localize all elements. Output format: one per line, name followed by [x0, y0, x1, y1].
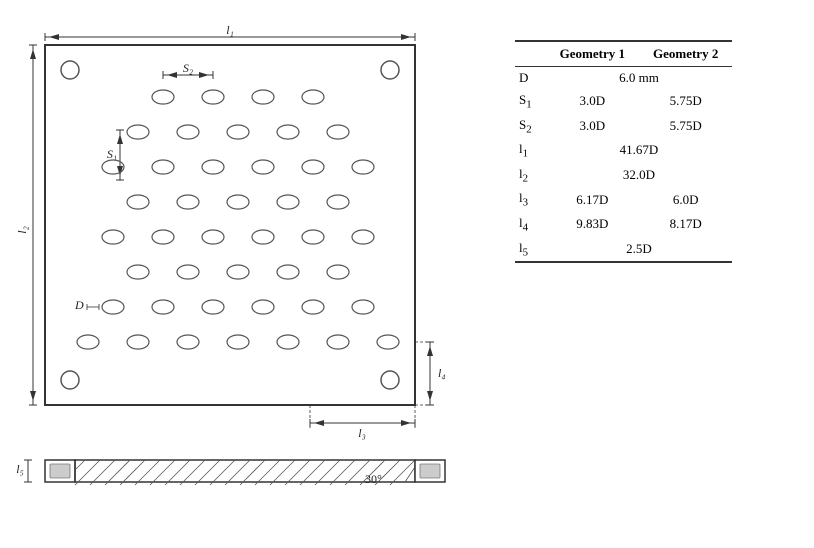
diagram-section: l₁ l₂ S₂ [5, 10, 495, 538]
angle-label: 30° [365, 472, 382, 486]
value-l3-g2: 6.0D [639, 187, 732, 212]
param-l1: l1 [515, 138, 546, 163]
table-row: D 6.0 mm [515, 67, 732, 90]
table-row: l1 41.67D [515, 138, 732, 163]
value-l4-g1: 9.83D [546, 212, 639, 237]
l3-label: l₃ [358, 426, 366, 440]
value-s2-g1: 3.0D [546, 114, 639, 139]
table-section: Geometry 1 Geometry 2 D 6.0 mm S1 3.0D 5… [495, 10, 809, 538]
param-l2: l2 [515, 163, 546, 188]
param-s2: S2 [515, 114, 546, 139]
param-d: D [515, 67, 546, 90]
main-container: l₁ l₂ S₂ [0, 0, 814, 548]
table-row: S1 3.0D 5.75D [515, 89, 732, 114]
geometry-table: Geometry 1 Geometry 2 D 6.0 mm S1 3.0D 5… [515, 40, 732, 263]
s2-label: S₂ [183, 61, 193, 75]
param-l3: l3 [515, 187, 546, 212]
param-s1: S1 [515, 89, 546, 114]
param-l4: l4 [515, 212, 546, 237]
param-l5: l5 [515, 237, 546, 263]
value-s1-g2: 5.75D [639, 89, 732, 114]
table-row: l4 9.83D 8.17D [515, 212, 732, 237]
l1-label: l₁ [226, 23, 234, 37]
value-l2: 32.0D [546, 163, 733, 188]
value-l5: 2.5D [546, 237, 733, 263]
table-row: l3 6.17D 6.0D [515, 187, 732, 212]
value-s2-g2: 5.75D [639, 114, 732, 139]
main-plate [45, 45, 415, 405]
value-l3-g1: 6.17D [546, 187, 639, 212]
table-row: l5 2.5D [515, 237, 732, 263]
l5-label: l₅ [16, 462, 24, 476]
table-row: l2 32.0D [515, 163, 732, 188]
col-header-geom2: Geometry 2 [639, 41, 732, 67]
l2-label: l₂ [15, 226, 29, 234]
engineering-diagram: l₁ l₂ S₂ [15, 15, 485, 505]
table-row: S2 3.0D 5.75D [515, 114, 732, 139]
value-l1: 41.67D [546, 138, 733, 163]
l4-label: l₄ [438, 366, 446, 380]
value-l4-g2: 8.17D [639, 212, 732, 237]
value-d: 6.0 mm [546, 67, 733, 90]
col-header-geom1: Geometry 1 [546, 41, 639, 67]
col-header-param [515, 41, 546, 67]
d-label: D [74, 298, 84, 312]
value-s1-g1: 3.0D [546, 89, 639, 114]
s1-label: S₁ [107, 147, 117, 161]
